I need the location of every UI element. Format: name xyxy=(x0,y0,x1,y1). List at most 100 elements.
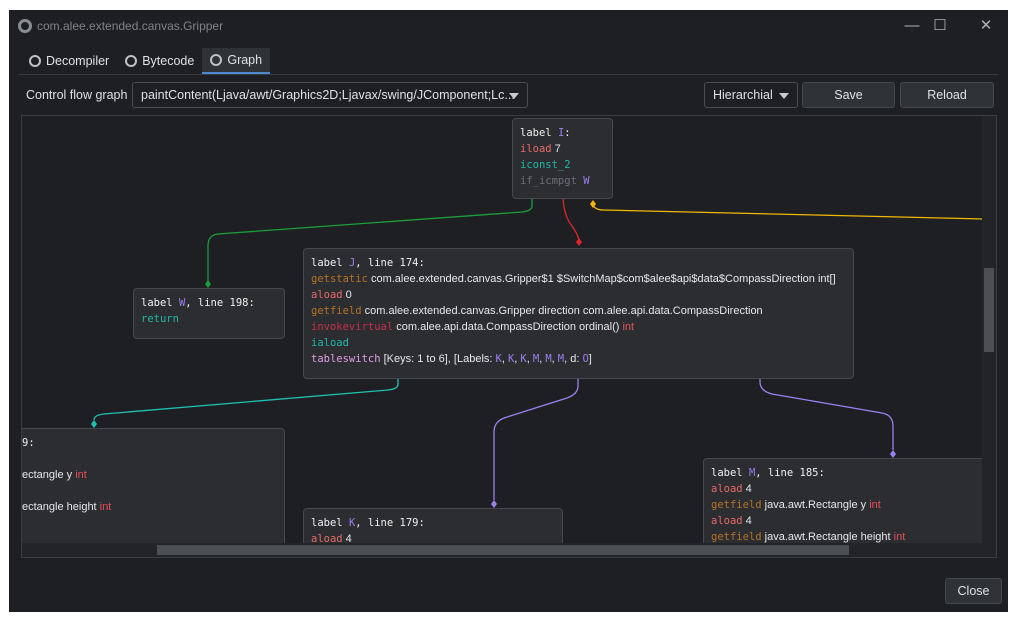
title-bar: com.alee.extended.canvas.Gripper — ☐ ✕ xyxy=(9,10,1008,42)
token-const: iconst_2 xyxy=(520,159,571,171)
vertical-scrollbar[interactable] xyxy=(984,268,994,352)
token-txt: com.alee.api.data.CompassDirection ordin… xyxy=(393,321,623,333)
graph-node-clipped[interactable]: 9: ectangle y int ectangle height int xyxy=(22,428,285,557)
bytecode-icon xyxy=(125,55,138,67)
token-txt: com.alee.extended.canvas.Gripper directi… xyxy=(361,305,763,317)
graph-icon xyxy=(210,54,223,66)
instruction-line: getfield com.alee.extended.canvas.Grippe… xyxy=(311,303,846,319)
token-txt: java.awt.Rectangle y xyxy=(761,499,870,511)
graph-canvas[interactable]: label I: iload 7 iconst_2 if_icmpgt W label… xyxy=(21,115,997,558)
tab-label: Graph xyxy=(227,52,263,67)
token-int: int xyxy=(622,321,635,333)
token-txt: 4 xyxy=(742,483,752,495)
token-inv: invokevirtual xyxy=(311,321,394,333)
diamond-marker xyxy=(576,238,582,246)
instruction-line: aload 4 xyxy=(711,513,985,529)
minimize-icon[interactable]: — xyxy=(897,14,927,38)
instruction-line: iload 7 xyxy=(520,141,605,157)
token-field: getfield xyxy=(711,499,762,511)
instruction-line xyxy=(22,483,277,499)
edge-false xyxy=(562,197,580,243)
reload-button[interactable]: Reload xyxy=(900,82,994,108)
token-jmp: if_icmpgt xyxy=(520,175,577,187)
edge-switch-m xyxy=(759,378,894,450)
window: com.alee.extended.canvas.Gripper — ☐ ✕ D… xyxy=(9,10,1008,612)
instruction-line: ectangle y int xyxy=(22,467,277,483)
instruction-line: iconst_2 xyxy=(520,157,605,173)
save-button[interactable]: Save xyxy=(802,82,895,108)
tab-bytecode[interactable]: Bytecode xyxy=(117,48,202,74)
tab-label: Bytecode xyxy=(142,53,195,68)
token-field: getfield xyxy=(711,531,762,543)
edge-switch-k xyxy=(493,378,579,500)
token-txt: , d: xyxy=(564,353,583,365)
edge-default xyxy=(592,203,985,220)
token-field: getfield xyxy=(311,305,362,317)
graph-node-W[interactable]: label W, line 198: return xyxy=(133,288,285,339)
instruction-line: ectangle height int xyxy=(22,499,277,515)
token-txt: [Keys: 1 to 6], [Labels: xyxy=(380,353,496,365)
chevron-down-icon xyxy=(509,93,519,99)
token-int: int xyxy=(893,531,906,543)
instruction-line: label I: xyxy=(520,125,605,141)
maximize-icon[interactable]: ☐ xyxy=(925,14,955,38)
token-int: int xyxy=(75,469,87,481)
diamond-marker xyxy=(590,200,596,208)
diamond-marker xyxy=(205,280,211,288)
instruction-line: return xyxy=(141,311,277,327)
method-select[interactable]: paintContent(Ljava/awt/Graphics2D;Ljavax… xyxy=(132,82,528,108)
diamond-marker xyxy=(491,500,497,508)
instruction-line: label K, line 179: xyxy=(311,515,555,531)
token-txt: java.awt.Rectangle height xyxy=(761,531,894,543)
token-kw: label xyxy=(520,127,558,139)
app-icon xyxy=(18,19,32,33)
graph-node-I[interactable]: label I: iload 7 iconst_2 if_icmpgt W xyxy=(512,118,613,199)
token-const: iaload xyxy=(311,337,349,349)
close-icon[interactable]: ✕ xyxy=(971,14,1001,38)
token-sw: tableswitch xyxy=(311,353,381,365)
tab-graph[interactable]: Graph xyxy=(202,48,271,74)
instruction-line xyxy=(22,451,277,467)
token-txt: 7 xyxy=(551,143,561,155)
token-load: aload xyxy=(711,515,743,527)
layout-select-value: Hierarchial xyxy=(713,88,773,102)
instruction-line: if_icmpgt W xyxy=(520,173,605,189)
token-load: aload xyxy=(311,289,343,301)
instruction-line: getfield java.awt.Rectangle y int xyxy=(711,497,985,513)
token-kw: , line 174: xyxy=(355,257,425,269)
layout-select[interactable]: Hierarchial xyxy=(704,82,798,108)
token-txt: ectangle y xyxy=(22,469,76,481)
token-load: iload xyxy=(520,143,552,155)
token-kw: label xyxy=(141,297,179,309)
token-txt: com.alee.extended.canvas.Gripper$1 $Swit… xyxy=(367,273,836,285)
token-txt: ] xyxy=(588,353,592,365)
token-kw: label xyxy=(711,467,749,479)
token-label: W xyxy=(576,175,590,187)
token-kw: , line 179: xyxy=(355,517,425,529)
tab-decompiler[interactable]: Decompiler xyxy=(21,48,117,74)
token-field: getstatic xyxy=(311,273,368,285)
control-flow-graph-label: Control flow graph xyxy=(26,88,128,102)
token-int: int xyxy=(869,499,881,511)
window-title: com.alee.extended.canvas.Gripper xyxy=(37,19,224,33)
token-txt: 0 xyxy=(342,289,352,301)
instruction-line: iaload xyxy=(311,335,846,351)
chevron-down-icon xyxy=(779,93,789,99)
instruction-line: getstatic com.alee.extended.canvas.Gripp… xyxy=(311,271,846,287)
horizontal-scrollbar[interactable] xyxy=(157,545,849,555)
diamond-marker xyxy=(890,450,896,458)
instruction-line: aload 4 xyxy=(711,481,985,497)
instruction-line: label J, line 174: xyxy=(311,255,846,271)
diamond-marker xyxy=(91,420,97,428)
token-kw: label xyxy=(311,517,349,529)
instruction-line: aload 0 xyxy=(311,287,846,303)
edge-switch-default xyxy=(93,378,399,421)
method-select-value: paintContent(Ljava/awt/Graphics2D;Ljavax… xyxy=(141,88,515,102)
token-kw: , line 185: xyxy=(755,467,825,479)
token-kw: , line 198: xyxy=(185,297,255,309)
instruction-line: label W, line 198: xyxy=(141,295,277,311)
token-load: aload xyxy=(711,483,743,495)
token-int: int xyxy=(99,501,112,513)
graph-node-J[interactable]: label J, line 174: getstatic com.alee.ext… xyxy=(303,248,854,379)
close-button[interactable]: Close xyxy=(945,578,1002,604)
